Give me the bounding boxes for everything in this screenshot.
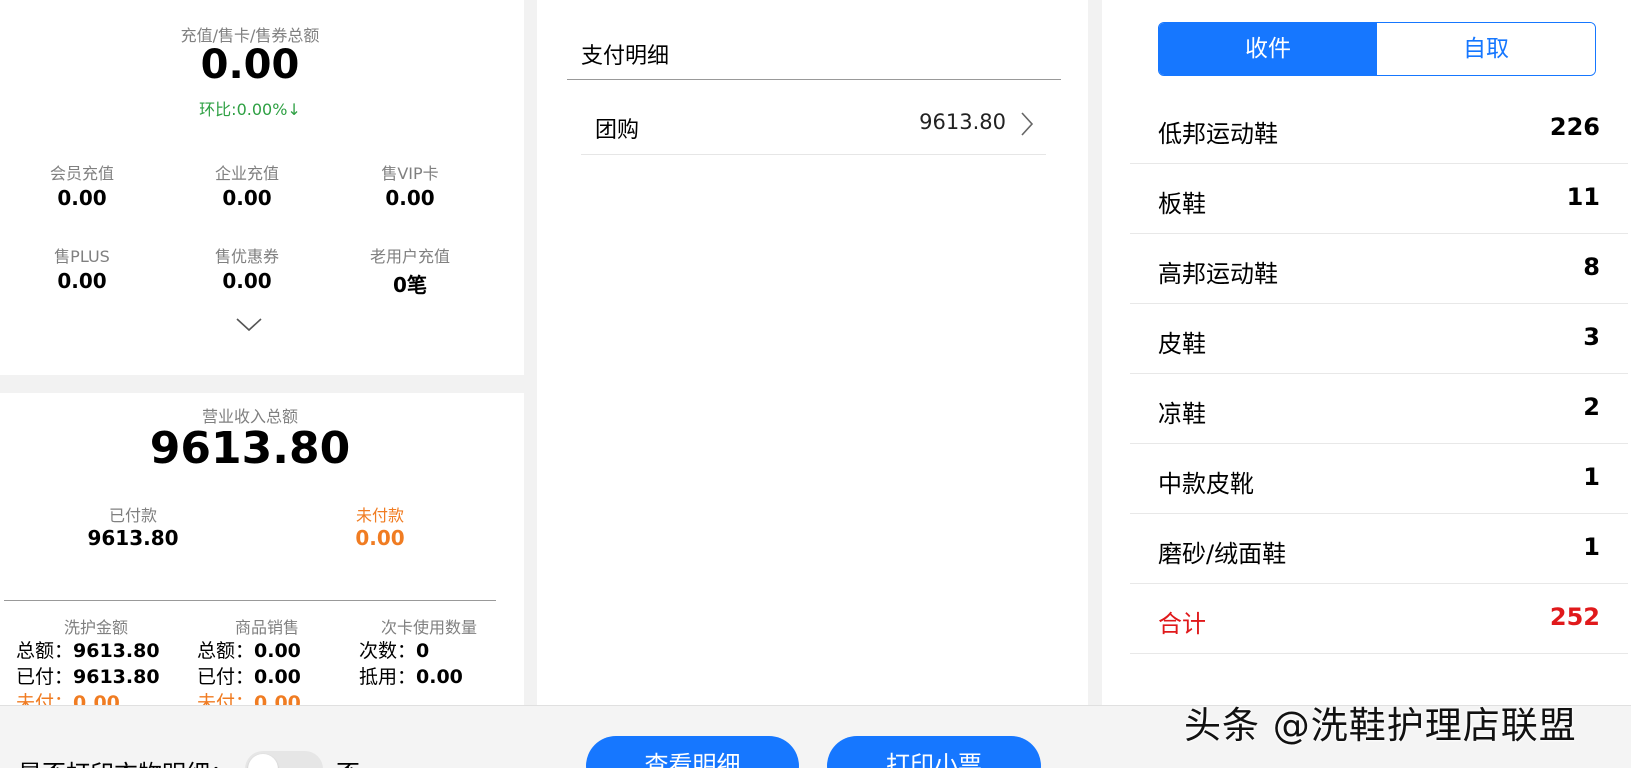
payment-row-groupbuy[interactable]: 团购 9613.80 — [581, 95, 1046, 155]
toggle-state-label: 否 — [336, 754, 360, 768]
payment-panel: 支付明细 团购 9613.80 — [537, 0, 1088, 705]
stat-row: 未付：0.00 — [197, 692, 301, 705]
grid-plus: 售PLUS 0.00 — [0, 243, 167, 293]
stat-header: 商品销售 — [234, 618, 299, 637]
total-count: 252 — [1549, 603, 1600, 631]
item-count: 2 — [1583, 393, 1600, 421]
item-name: 皮鞋 — [1158, 330, 1206, 358]
revenue-card: 营业收入总额 9613.80 已付款 9613.80 未付款 0.00 洗护金额… — [0, 393, 524, 705]
grid-label: 企业充值 — [214, 164, 279, 183]
paid-label: 已付款 — [108, 506, 157, 525]
stat-row: 总额：9613.80 — [16, 640, 160, 662]
stat-row: 抵用：0.00 — [359, 666, 463, 688]
grid-label: 老用户充值 — [369, 247, 450, 266]
grid-value: 0.00 — [222, 186, 272, 210]
grid-vip-card: 售VIP卡 0.00 — [325, 160, 495, 210]
stat-row: 已付：0.00 — [197, 666, 301, 688]
grid-value: 0笔 — [393, 273, 427, 297]
stat-row: 次数：0 — [359, 640, 430, 662]
chevron-right-icon — [1021, 112, 1034, 136]
total-label: 合计 — [1158, 610, 1206, 638]
dashboard: 充值/售卡/售券总额 0.00 环比:0.00%↓ 会员充值 0.00 企业充值… — [0, 0, 1631, 768]
stat-row: 已付：9613.80 — [16, 666, 160, 688]
item-name: 低邦运动鞋 — [1158, 120, 1278, 148]
payment-amount: 9613.80 — [919, 110, 1006, 134]
item-count: 11 — [1566, 183, 1600, 211]
item-name: 磨砂/绒面鞋 — [1158, 540, 1287, 568]
stat-col-wash: 洗护金额 总额：9613.80 已付：9613.80 未付：0.00 — [16, 618, 176, 706]
paid-value: 9613.80 — [87, 526, 179, 550]
stat-row: 总额：0.00 — [197, 640, 301, 662]
item-count: 226 — [1549, 113, 1600, 141]
grid-value: 0.00 — [222, 269, 272, 293]
stat-col-card-usage: 次卡使用数量 次数：0 抵用：0.00 — [359, 619, 499, 690]
item-count: 1 — [1583, 463, 1600, 491]
stat-row: 未付：0.00 — [16, 692, 120, 705]
recharge-total: 0.00 — [200, 42, 300, 88]
unpaid-value: 0.00 — [355, 526, 405, 550]
item-name: 中款皮靴 — [1158, 470, 1254, 498]
item-count: 3 — [1583, 323, 1600, 351]
grid-label: 售PLUS — [54, 247, 110, 266]
grid-value: 0.00 — [385, 186, 435, 210]
grid-coupon: 售优惠券 0.00 — [162, 243, 332, 293]
list-total: 合计 252 — [1130, 584, 1628, 654]
item-name: 凉鞋 — [1158, 400, 1206, 428]
watermark: 头条 @洗鞋护理店联盟 — [1184, 704, 1577, 747]
list-item: 磨砂/绒面鞋 1 — [1130, 514, 1628, 584]
divider — [4, 600, 496, 601]
tab-pickup[interactable]: 自取 — [1377, 23, 1595, 75]
recharge-card: 充值/售卡/售券总额 0.00 环比:0.00%↓ 会员充值 0.00 企业充值… — [0, 0, 524, 375]
grid-old-user: 老用户充值 0笔 — [325, 243, 495, 298]
grid-label: 会员充值 — [49, 164, 114, 183]
list-item: 中款皮靴 1 — [1130, 444, 1628, 514]
stat-header: 洗护金额 — [63, 618, 128, 637]
item-count: 1 — [1583, 533, 1600, 561]
item-count: 8 — [1583, 253, 1600, 281]
unpaid-label: 未付款 — [355, 506, 404, 525]
toggle-knob — [248, 754, 278, 768]
grid-label: 售优惠券 — [214, 247, 279, 266]
print-detail-toggle[interactable] — [245, 751, 323, 768]
list-item: 皮鞋 3 — [1130, 304, 1628, 374]
paid-block: 已付款 9613.80 — [58, 502, 208, 550]
revenue-total: 9613.80 — [149, 423, 351, 474]
list-item: 低邦运动鞋 226 — [1130, 94, 1628, 164]
grid-enterprise-recharge: 企业充值 0.00 — [162, 160, 332, 210]
list-item: 板鞋 11 — [1130, 164, 1628, 234]
grid-value: 0.00 — [57, 186, 107, 210]
payment-name: 团购 — [595, 118, 640, 143]
print-receipt-button[interactable]: 打印小票 — [827, 736, 1041, 768]
item-name: 板鞋 — [1158, 190, 1206, 218]
divider — [567, 79, 1061, 80]
recharge-ratio: 环比:0.00%↓ — [199, 100, 301, 119]
list-item: 凉鞋 2 — [1130, 374, 1628, 444]
items-panel: 收件 自取 低邦运动鞋 226 板鞋 11 高邦运动鞋 8 皮鞋 3 凉鞋 2 … — [1102, 0, 1631, 705]
chevron-down-icon[interactable] — [236, 318, 262, 332]
unpaid-block: 未付款 0.00 — [305, 502, 455, 550]
grid-member-recharge: 会员充值 0.00 — [0, 160, 167, 210]
grid-label: 售VIP卡 — [381, 164, 439, 183]
list-item: 高邦运动鞋 8 — [1130, 234, 1628, 304]
grid-value: 0.00 — [57, 269, 107, 293]
payment-title: 支付明细 — [581, 44, 670, 69]
segment-tabs: 收件 自取 — [1158, 22, 1596, 76]
tab-receive[interactable]: 收件 — [1159, 23, 1377, 75]
item-name: 高邦运动鞋 — [1158, 260, 1278, 288]
stat-col-goods: 商品销售 总额：0.00 已付：0.00 未付：0.00 — [197, 618, 337, 706]
view-detail-button[interactable]: 查看明细 — [586, 736, 799, 768]
print-detail-label: 是否打印衣物明细： — [18, 754, 234, 768]
stat-header: 次卡使用数量 — [380, 618, 477, 637]
